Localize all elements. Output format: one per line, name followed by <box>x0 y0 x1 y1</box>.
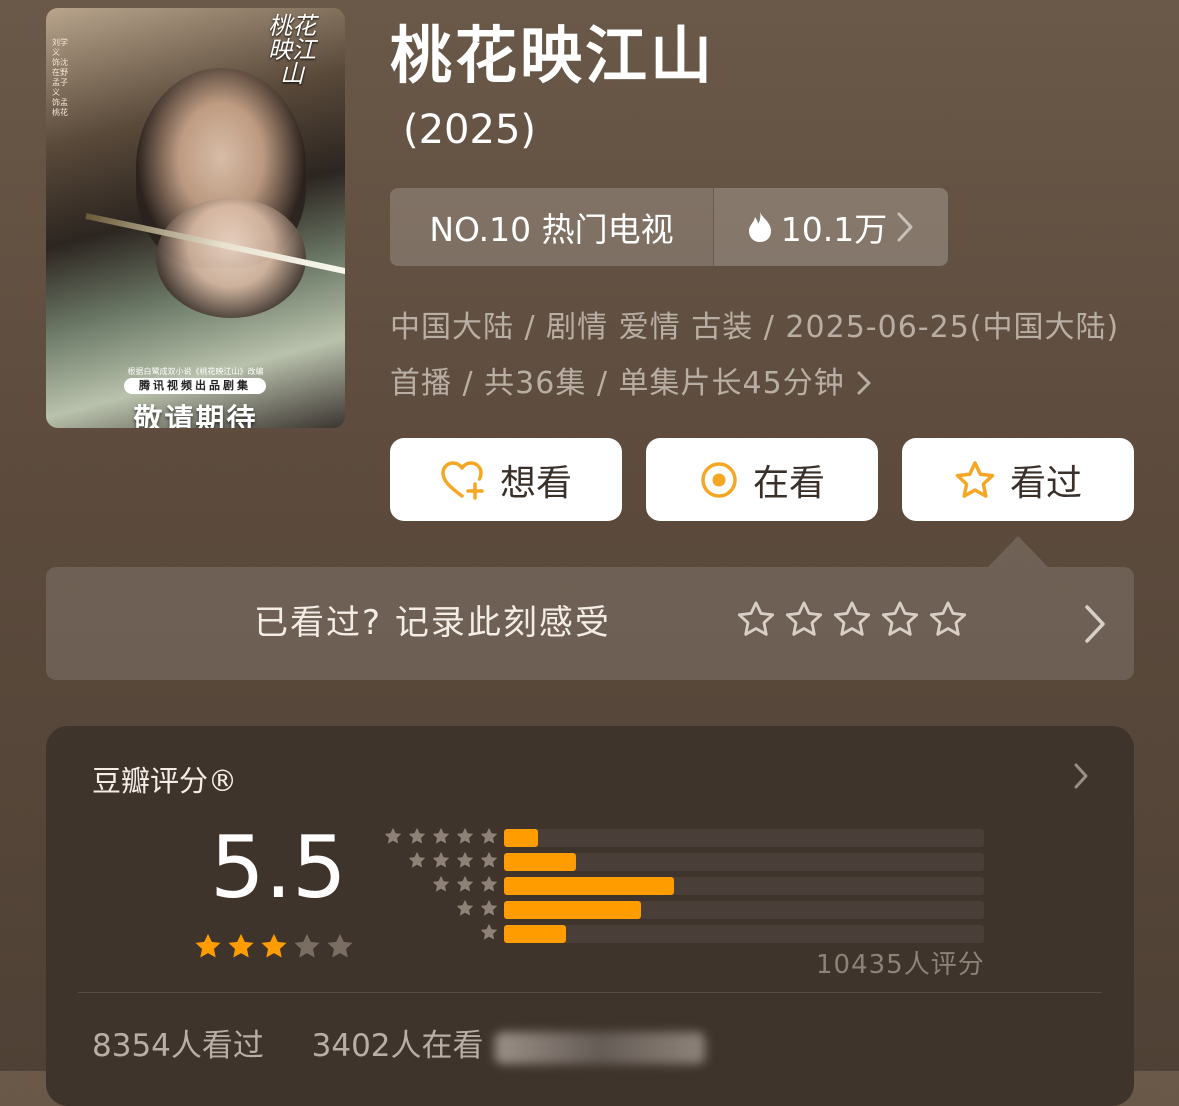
star-outline-icon[interactable] <box>880 599 920 643</box>
heat-section[interactable]: 10.1万 <box>714 188 948 266</box>
watching-count: 3402人在看 <box>311 1028 484 1064</box>
star-empty-icon <box>325 931 355 965</box>
watching-label: 在看 <box>752 462 825 504</box>
distribution-row-3-star <box>384 874 984 898</box>
watching-button[interactable]: 在看 <box>646 438 878 521</box>
watch-stats: 8354人看过 3402人在看 <box>92 1020 706 1065</box>
distribution-bar-4-star <box>504 853 576 871</box>
star-small-icon <box>431 850 451 874</box>
distribution-bar-track <box>504 829 984 847</box>
rating-stars-input[interactable] <box>736 599 968 643</box>
distribution-row-4-star <box>384 850 984 874</box>
star-filled-icon <box>226 931 256 965</box>
star-small-icon <box>455 898 475 922</box>
divider <box>78 992 1102 993</box>
star-small-icon <box>383 826 403 850</box>
star-small-icon <box>479 850 499 874</box>
distribution-bar-1-star <box>504 925 566 943</box>
distribution-row-5-star <box>384 826 984 850</box>
star-small-icon <box>455 850 475 874</box>
star-small-icon <box>479 874 499 898</box>
release-year: (2025) <box>403 107 537 153</box>
star-small-icon <box>479 898 499 922</box>
distribution-stars <box>455 898 499 922</box>
heart-plus-icon <box>440 460 486 500</box>
record-feelings-panel[interactable]: 已看过? 记录此刻感受 <box>46 567 1134 680</box>
watched-label: 看过 <box>1009 462 1082 504</box>
distribution-stars <box>383 826 499 850</box>
star-small-icon <box>431 826 451 850</box>
chevron-right-icon[interactable] <box>1072 762 1090 794</box>
chevron-right-icon[interactable] <box>1082 603 1108 649</box>
meta-info[interactable]: 中国大陆 / 剧情 爱情 古装 / 2025-06-25(中国大陆) 首播 / … <box>390 300 1120 412</box>
star-outline-icon <box>954 460 996 500</box>
rating-stars <box>193 931 355 965</box>
star-small-icon <box>431 874 451 898</box>
poster-coming-soon: 敬请期待 <box>133 402 258 428</box>
star-outline-icon[interactable] <box>928 599 968 643</box>
poster-badge: 腾讯视频出品剧集 <box>124 378 266 394</box>
want-to-watch-button[interactable]: 想看 <box>390 438 622 521</box>
distribution-stars <box>407 850 499 874</box>
poster-small-text: 根据白鹭成双小说《桃花映江山》改编 <box>127 367 264 376</box>
star-empty-icon <box>292 931 322 965</box>
poster-title-calligraphy: 桃花映江山 <box>268 12 316 88</box>
heat-value: 10.1万 <box>780 210 888 249</box>
rating-score: 5.5 <box>210 818 347 918</box>
star-outline-icon[interactable] <box>832 599 872 643</box>
popover-caret <box>988 536 1048 567</box>
star-outline-icon[interactable] <box>784 599 824 643</box>
star-small-icon <box>407 850 427 874</box>
poster-image[interactable]: 桃花映江山 刘学义 饰沈在野 孟子义 饰孟桃花 根据白鹭成双小说《桃花映江山》改… <box>46 8 345 428</box>
watched-count: 8354人看过 <box>92 1028 264 1064</box>
distribution-row-1-star <box>384 922 984 946</box>
page-title: 桃花映江山 <box>390 19 716 92</box>
star-filled-icon <box>259 931 289 965</box>
star-small-icon <box>455 874 475 898</box>
distribution-bar-track <box>504 901 984 919</box>
star-small-icon <box>479 826 499 850</box>
ranking-bar[interactable]: NO.10 热门电视 10.1万 <box>390 188 948 266</box>
rating-title: 豆瓣评分® <box>92 764 238 798</box>
distribution-bar-3-star <box>504 877 674 895</box>
rating-count: 10435人评分 <box>816 950 985 980</box>
distribution-bar-track <box>504 877 984 895</box>
star-outline-icon[interactable] <box>736 599 776 643</box>
chevron-right-icon <box>895 210 915 244</box>
action-buttons: 想看 在看 看过 <box>390 438 1134 521</box>
douban-rating-card[interactable]: 豆瓣评分® 5.5 10435人评分 8354人看过 3402人在看 <box>46 726 1134 1106</box>
flame-icon <box>747 211 773 243</box>
meta-info-text: 中国大陆 / 剧情 爱情 古装 / 2025-06-25(中国大陆) 首播 / … <box>390 310 1120 401</box>
watched-button[interactable]: 看过 <box>902 438 1134 521</box>
poster-cast-text: 刘学义 饰沈在野 孟子义 饰孟桃花 <box>52 38 68 117</box>
distribution-row-2-star <box>384 898 984 922</box>
star-small-icon <box>407 826 427 850</box>
star-filled-icon <box>193 931 223 965</box>
distribution-stars <box>479 922 499 946</box>
distribution-bar-2-star <box>504 901 641 919</box>
distribution-bar-track <box>504 925 984 943</box>
blurred-text <box>495 1031 706 1064</box>
star-small-icon <box>455 826 475 850</box>
star-small-icon <box>479 922 499 946</box>
distribution-bar-track <box>504 853 984 871</box>
want-to-watch-label: 想看 <box>499 462 572 504</box>
distribution-stars <box>431 874 499 898</box>
distribution-bar-5-star <box>504 829 538 847</box>
chevron-right-icon <box>855 366 873 401</box>
target-circle-icon <box>699 460 739 500</box>
rank-label: NO.10 热门电视 <box>429 210 674 249</box>
record-prompt: 已看过? 记录此刻感受 <box>254 603 611 643</box>
